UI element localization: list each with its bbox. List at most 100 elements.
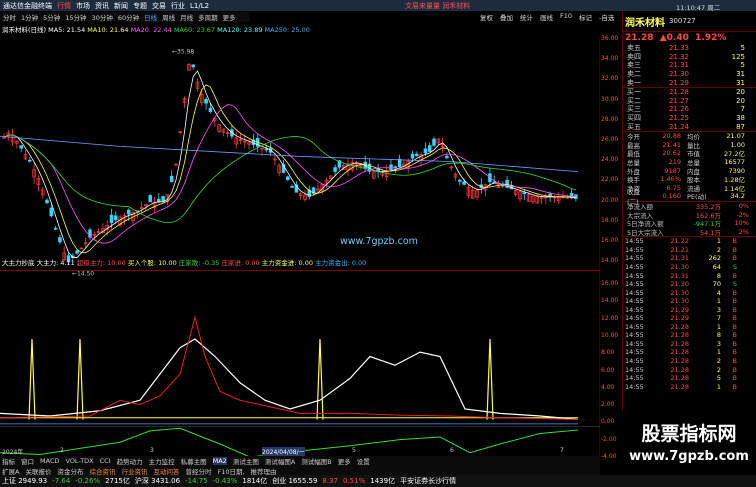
indicator-tab-6[interactable]: 主力监控 bbox=[149, 456, 175, 466]
timeframe-7[interactable]: 周线 bbox=[162, 12, 175, 22]
timeframe-1[interactable]: 1分钟 bbox=[21, 12, 38, 22]
ext-tab-7[interactable]: F10日期, bbox=[217, 466, 244, 476]
tick-price: 21.30 bbox=[670, 280, 689, 289]
menu-market[interactable]: 市场 bbox=[76, 1, 90, 11]
cy-volume: 1439亿 bbox=[370, 477, 396, 485]
tick-row: 14:55 21.30 64 S bbox=[623, 263, 756, 272]
tick-price: 21.28 bbox=[670, 365, 689, 374]
candle-body bbox=[126, 209, 131, 215]
indicator-tab-8[interactable]: MA2 bbox=[212, 457, 227, 465]
menu-industry[interactable]: 行业 bbox=[171, 1, 185, 11]
ext-tab-4[interactable]: 行业资讯 bbox=[121, 466, 147, 476]
toolbar-btn-2[interactable]: 统计 bbox=[520, 12, 533, 22]
tick-side: B bbox=[732, 254, 737, 263]
y-tick-main: 32.00 bbox=[601, 75, 619, 83]
y-tick-main: 16.00 bbox=[601, 237, 619, 244]
timeframe-5[interactable]: 60分钟 bbox=[118, 12, 139, 22]
cy-index[interactable]: 创业 1655.59 bbox=[272, 476, 317, 486]
candle-body bbox=[286, 176, 290, 181]
menu-trade[interactable]: 交易 bbox=[152, 1, 166, 11]
kline-chart[interactable]: ←35.98 ←14.50 bbox=[0, 23, 600, 484]
indicator-v3: 买入个股: 10.00 bbox=[127, 259, 177, 267]
menu-l1l2[interactable]: L1/L2 bbox=[190, 2, 209, 10]
tick-list: 14:55 21.22 1 B 14:55 21.21 2 B 14:55 21.31 262 B 14… bbox=[623, 236, 756, 391]
ma60-value: MA60: 23.67 bbox=[173, 26, 216, 34]
tick-side: B bbox=[732, 348, 737, 357]
tick-side: B bbox=[732, 374, 737, 383]
sz-volume: 1814亿 bbox=[242, 477, 268, 485]
tick-row: 14:55 21.28 3 B bbox=[623, 340, 756, 349]
flow-pct: -2% bbox=[736, 210, 749, 219]
sh-index[interactable]: 上证 2949.93 bbox=[2, 476, 47, 486]
toolbar-btn-4[interactable]: F10 bbox=[560, 12, 572, 22]
candle-body bbox=[45, 199, 49, 204]
tick-side: B bbox=[732, 382, 737, 391]
buy-row[interactable]: 买五 21.24 87 bbox=[623, 122, 756, 131]
indicator-tab-5[interactable]: 趋势动力 bbox=[117, 456, 143, 466]
indicator-tab-11[interactable]: 测试幅图B bbox=[301, 456, 331, 466]
menu-topic[interactable]: 专题 bbox=[133, 1, 147, 11]
menu-info[interactable]: 资讯 bbox=[95, 1, 109, 11]
toolbar-btn-5[interactable]: 标记 bbox=[579, 12, 592, 22]
ext-tab-0[interactable]: 扩展A bbox=[2, 466, 19, 476]
sz-index[interactable]: 沪深 3431.06 bbox=[135, 476, 180, 486]
menu-quotes[interactable]: 行情 bbox=[57, 1, 71, 11]
ext-tab-5[interactable]: 互动问答 bbox=[153, 466, 179, 476]
ext-tab-6[interactable]: 曾经分时 bbox=[185, 466, 211, 476]
timeframe-9[interactable]: 多周期 bbox=[198, 12, 218, 22]
candle-body bbox=[109, 214, 114, 224]
indicator-tab-3[interactable]: VOL-TDX bbox=[65, 457, 93, 465]
candle-body bbox=[28, 159, 32, 162]
tick-time: 14:55 bbox=[625, 262, 644, 271]
stat-label: PE(动) bbox=[687, 193, 707, 202]
indicator-legend: 大主力抄底 大主力: 4.11 超级主力: 10.00 买入个股: 10.00 … bbox=[2, 257, 366, 267]
y-tick-main: 22.00 bbox=[601, 176, 619, 184]
indicator-tab-13[interactable]: 设置 bbox=[357, 456, 370, 466]
toolbar-btn-6[interactable]: -自选 bbox=[599, 12, 614, 22]
ext-tab-1[interactable]: 关联报价 bbox=[25, 466, 51, 476]
sh-pct: -0.26% bbox=[75, 477, 101, 485]
indicator-v6: 主力资金进: 0.00 bbox=[261, 259, 313, 267]
date-tick: 2024年 bbox=[2, 449, 24, 456]
ma120-value: MA120: 23.89 bbox=[217, 26, 263, 34]
tick-volume: 70 bbox=[712, 280, 721, 289]
tick-time: 14:55 bbox=[625, 339, 644, 348]
tick-volume: 1 bbox=[716, 348, 721, 357]
ext-tab-8[interactable]: 推荐理由 bbox=[251, 466, 277, 476]
ob-price: 21.31 bbox=[668, 61, 689, 70]
ma10-value: MA10: 21.64 bbox=[87, 26, 129, 34]
y-tick-sub: 0.00 bbox=[601, 418, 615, 426]
ob-volume: 5 bbox=[740, 61, 745, 70]
timeframe-6[interactable]: 日线 bbox=[144, 12, 157, 22]
ext-tab-2[interactable]: 资金分布 bbox=[57, 466, 83, 476]
indicator-tab-12[interactable]: 更多 bbox=[338, 456, 351, 466]
timeframe-2[interactable]: 5分钟 bbox=[43, 12, 60, 22]
indicator-tab-2[interactable]: MACD bbox=[40, 457, 59, 465]
timeframe-10[interactable]: 更多 bbox=[223, 12, 236, 22]
indicator-tab-9[interactable]: 测试主图 bbox=[233, 456, 259, 466]
timeframe-4[interactable]: 30分钟 bbox=[92, 12, 113, 22]
ext-tab-3[interactable]: 综合资讯 bbox=[89, 466, 115, 476]
timeframe-3[interactable]: 15分钟 bbox=[65, 12, 86, 22]
indicator-tab-0[interactable]: 指标 bbox=[2, 456, 15, 466]
stats-table: 今开 20.88 均价 21.07 最高 21.41 量比 1.00 最低 20.62 市值 27.2… bbox=[623, 130, 756, 206]
tick-row: 14:55 21.28 1 B bbox=[623, 348, 756, 357]
toolbar-btn-0[interactable]: 复权 bbox=[480, 12, 493, 22]
timeframe-0[interactable]: 分时 bbox=[3, 12, 16, 22]
indicator-tab-10[interactable]: 测试幅图A bbox=[265, 456, 295, 466]
indicator-tab-7[interactable]: 私募主图 bbox=[181, 456, 207, 466]
toolbar-btn-3[interactable]: 画线 bbox=[540, 12, 553, 22]
menu-news[interactable]: 新闻 bbox=[114, 1, 128, 11]
tick-volume: 1 bbox=[716, 382, 721, 391]
sell-row[interactable]: 卖一 21.29 31 bbox=[623, 78, 756, 87]
indicator-tab-1[interactable]: 窗口 bbox=[21, 456, 34, 466]
timeframe-8[interactable]: 月线 bbox=[180, 12, 193, 22]
ob-volume: 31 bbox=[736, 70, 745, 79]
watermark: www.7gpzb.com bbox=[340, 236, 418, 247]
tick-price: 21.30 bbox=[670, 288, 689, 297]
toolbar-btn-1[interactable]: 叠加 bbox=[500, 12, 513, 22]
indicator-tab-4[interactable]: CCI bbox=[100, 457, 111, 465]
indicator-name: 大主力抄底 bbox=[2, 259, 35, 267]
ob-label: 卖一 bbox=[627, 78, 641, 87]
candle-body bbox=[49, 207, 54, 217]
